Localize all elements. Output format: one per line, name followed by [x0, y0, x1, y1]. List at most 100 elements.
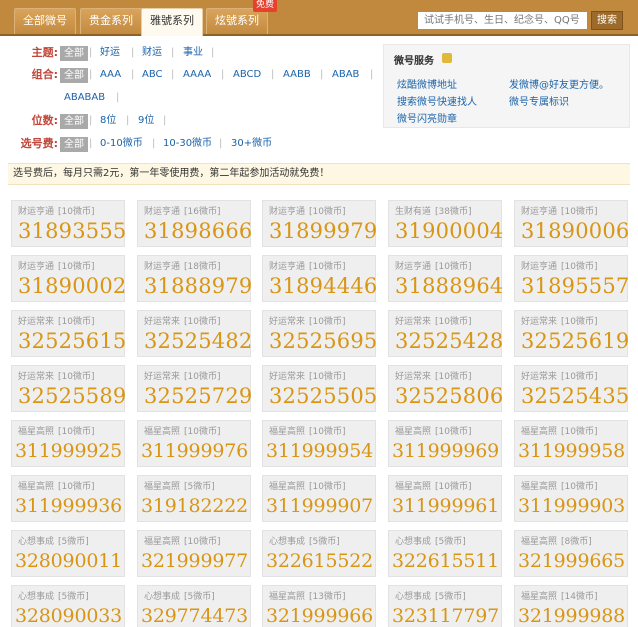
- card-number[interactable]: 329774473: [141, 603, 248, 627]
- card-number[interactable]: 321999665: [518, 548, 625, 574]
- card-number[interactable]: 32525619: [521, 328, 630, 354]
- filter-option[interactable]: 10-30微币: [163, 135, 212, 153]
- filter-option[interactable]: 财运: [142, 44, 162, 62]
- number-card[interactable]: 好运常来 [10微币] 32525619: [514, 310, 630, 357]
- number-card[interactable]: 福星高照 [13微币] 321999966: [262, 585, 376, 627]
- filter-option[interactable]: 全部: [60, 68, 88, 83]
- number-card[interactable]: 心想事成 [5微币] 328090011: [11, 530, 125, 577]
- card-number[interactable]: 328090011: [15, 548, 122, 574]
- filter-option[interactable]: 8位: [100, 112, 116, 130]
- number-card[interactable]: 好运常来 [10微币] 32525589: [11, 365, 127, 412]
- number-card[interactable]: 财运亨通 [10微币] 31894446: [262, 255, 378, 302]
- card-number[interactable]: 311999903: [518, 493, 625, 519]
- card-number[interactable]: 31894446: [269, 273, 378, 299]
- card-number[interactable]: 31890006: [521, 218, 630, 244]
- number-card[interactable]: 心想事成 [5微币] 328090033: [11, 585, 125, 627]
- number-card[interactable]: 财运亨通 [10微币] 31890002: [11, 255, 127, 302]
- card-number[interactable]: 32525806: [395, 383, 504, 409]
- card-number[interactable]: 322615511: [392, 548, 499, 574]
- card-number[interactable]: 32525615: [18, 328, 127, 354]
- filter-option[interactable]: ABCD: [233, 66, 261, 84]
- card-number[interactable]: 32525729: [144, 383, 253, 409]
- number-card[interactable]: 心想事成 [5微币] 322615511: [388, 530, 502, 577]
- card-number[interactable]: 31900004: [395, 218, 504, 244]
- number-card[interactable]: 生财有道 [38微币] 31900004: [388, 200, 504, 247]
- card-number[interactable]: 311999976: [141, 438, 248, 464]
- filter-option[interactable]: 全部: [60, 46, 88, 61]
- number-card[interactable]: 福星高照 [10微币] 311999925: [11, 420, 125, 467]
- search-button[interactable]: 搜索: [591, 11, 623, 30]
- number-card[interactable]: 福星高照 [10微币] 311999903: [514, 475, 628, 522]
- card-number[interactable]: 32525428: [395, 328, 504, 354]
- service-link[interactable]: 微号专属标识: [509, 93, 569, 108]
- number-card[interactable]: 福星高照 [10微币] 321999977: [137, 530, 251, 577]
- number-card[interactable]: 好运常来 [10微币] 32525806: [388, 365, 504, 412]
- number-card[interactable]: 好运常来 [10微币] 32525729: [137, 365, 253, 412]
- number-card[interactable]: 心想事成 [5微币] 329774473: [137, 585, 251, 627]
- card-number[interactable]: 323117797: [392, 603, 499, 627]
- service-link[interactable]: 搜索微号快速找人: [397, 93, 477, 108]
- number-card[interactable]: 财运亨通 [10微币] 31890006: [514, 200, 630, 247]
- card-number[interactable]: 31893555: [18, 218, 127, 244]
- number-card[interactable]: 福星高照 [10微币] 311999954: [262, 420, 376, 467]
- card-number[interactable]: 321999988: [518, 603, 625, 627]
- card-number[interactable]: 319182222: [141, 493, 248, 519]
- service-link[interactable]: 发微博@好友更方便。: [509, 76, 609, 91]
- filter-option[interactable]: AAAA: [183, 66, 211, 84]
- filter-option[interactable]: 事业: [183, 44, 203, 62]
- number-card[interactable]: 好运常来 [10微币] 32525482: [137, 310, 253, 357]
- filter-option[interactable]: ABAB: [332, 66, 359, 84]
- number-card[interactable]: 福星高照 [10微币] 311999907: [262, 475, 376, 522]
- card-number[interactable]: 32525589: [18, 383, 127, 409]
- number-card[interactable]: 好运常来 [10微币] 32525428: [388, 310, 504, 357]
- card-number[interactable]: 322615522: [266, 548, 373, 574]
- number-card[interactable]: 福星高照 [14微币] 321999988: [514, 585, 628, 627]
- number-card[interactable]: 福星高照 [10微币] 311999936: [11, 475, 125, 522]
- filter-option[interactable]: ABC: [142, 66, 163, 84]
- card-number[interactable]: 311999925: [15, 438, 122, 464]
- tab-elegant-series[interactable]: 雅號系列: [141, 8, 203, 36]
- card-number[interactable]: 31890002: [18, 273, 127, 299]
- filter-option[interactable]: AAA: [100, 66, 121, 84]
- card-number[interactable]: 311999969: [392, 438, 499, 464]
- number-card[interactable]: 财运亨通 [10微币] 31893555: [11, 200, 127, 247]
- card-number[interactable]: 32525695: [269, 328, 378, 354]
- filter-option[interactable]: 9位: [138, 112, 154, 130]
- filter-option[interactable]: 好运: [100, 44, 120, 62]
- service-link[interactable]: 微号闪亮勋章: [397, 110, 457, 125]
- filter-option[interactable]: 全部: [60, 114, 88, 129]
- card-number[interactable]: 31899979: [269, 218, 378, 244]
- card-number[interactable]: 311999954: [266, 438, 373, 464]
- filter-option[interactable]: 全部: [60, 137, 88, 152]
- service-link[interactable]: 炫酷微博地址: [397, 76, 457, 91]
- card-number[interactable]: 32525505: [269, 383, 378, 409]
- card-number[interactable]: 31888964: [395, 273, 504, 299]
- card-number[interactable]: 311999958: [518, 438, 625, 464]
- number-card[interactable]: 好运常来 [10微币] 32525505: [262, 365, 378, 412]
- number-card[interactable]: 财运亨通 [10微币] 31899979: [262, 200, 378, 247]
- filter-option[interactable]: 30+微币: [231, 135, 272, 153]
- number-card[interactable]: 福星高照 [8微币] 321999665: [514, 530, 628, 577]
- number-card[interactable]: 好运常来 [10微币] 32525435: [514, 365, 630, 412]
- number-card[interactable]: 福星高照 [10微币] 311999958: [514, 420, 628, 467]
- tab-all-numbers[interactable]: 全部微号: [14, 8, 76, 34]
- card-number[interactable]: 311999936: [15, 493, 122, 519]
- card-number[interactable]: 31895557: [521, 273, 630, 299]
- card-number[interactable]: 32525482: [144, 328, 253, 354]
- card-number[interactable]: 321999966: [266, 603, 373, 627]
- card-number[interactable]: 32525435: [521, 383, 630, 409]
- card-number[interactable]: 328090033: [15, 603, 122, 627]
- number-card[interactable]: 心想事成 [5微币] 322615522: [262, 530, 376, 577]
- filter-option[interactable]: AABB: [283, 66, 311, 84]
- card-number[interactable]: 311999907: [266, 493, 373, 519]
- number-card[interactable]: 福星高照 [10微币] 311999969: [388, 420, 502, 467]
- filter-option[interactable]: ABABAB: [64, 89, 105, 107]
- card-number[interactable]: 311999961: [392, 493, 499, 519]
- number-card[interactable]: 福星高照 [10微币] 311999961: [388, 475, 502, 522]
- filter-option[interactable]: 0-10微币: [100, 135, 143, 153]
- number-card[interactable]: 财运亨通 [18微币] 31888979: [137, 255, 252, 302]
- number-card[interactable]: 财运亨通 [10微币] 31888964: [388, 255, 504, 302]
- number-card[interactable]: 福星高照 [5微币] 319182222: [137, 475, 251, 522]
- card-number[interactable]: 321999977: [141, 548, 248, 574]
- number-card[interactable]: 财运亨通 [10微币] 31895557: [514, 255, 630, 302]
